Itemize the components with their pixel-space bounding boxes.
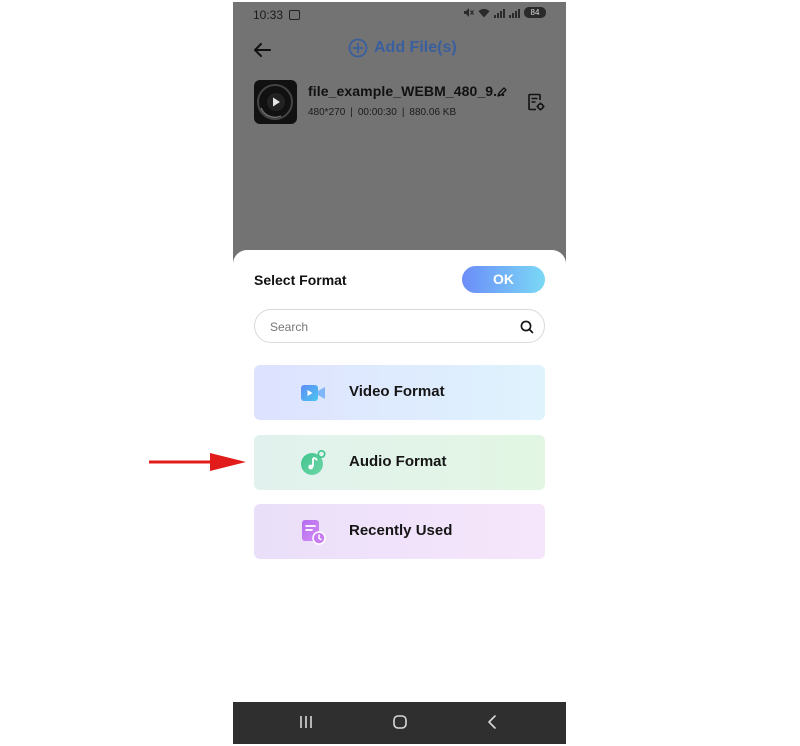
signal-icon [494, 8, 505, 18]
search-icon[interactable] [520, 320, 534, 334]
system-nav-bar [233, 702, 566, 744]
status-icons: 84 [463, 7, 546, 18]
add-files-label: Add File(s) [374, 39, 457, 56]
phone-screen: 10:33 84 Add File(s) file_example_WEBM_4… [233, 2, 566, 744]
annotation-arrow [149, 453, 246, 471]
file-resolution: 480*270 [308, 107, 346, 118]
nav-back-icon[interactable] [486, 714, 498, 730]
recently-used-option[interactable]: Recently Used [254, 504, 545, 559]
add-files-button[interactable]: Add File(s) [348, 38, 457, 58]
search-box[interactable] [254, 309, 545, 343]
video-format-option[interactable]: Video Format [254, 365, 545, 420]
video-thumbnail[interactable] [254, 80, 297, 124]
file-meta: 480*270 | 00:00:30 | 880.06 KB [308, 107, 457, 118]
wifi-icon [478, 8, 490, 17]
edit-icon[interactable] [496, 86, 508, 98]
arrow-left-icon[interactable] [251, 39, 273, 61]
file-size: 880.06 KB [409, 107, 457, 118]
recents-icon[interactable] [299, 714, 313, 730]
audio-format-label: Audio Format [349, 453, 447, 470]
recently-used-label: Recently Used [349, 522, 453, 539]
file-duration: 00:00:30 [357, 107, 397, 118]
plus-circle-icon [348, 38, 368, 58]
home-icon[interactable] [392, 714, 408, 730]
battery-icon: 84 [524, 7, 546, 18]
sheet-title: Select Format [254, 272, 347, 288]
file-name: file_example_WEBM_480_9... [308, 83, 506, 99]
video-format-label: Video Format [349, 383, 445, 400]
mute-icon [464, 8, 474, 17]
play-icon [257, 84, 293, 120]
music-note-icon [301, 449, 326, 475]
audio-format-option[interactable]: Audio Format [254, 435, 545, 490]
file-settings-icon[interactable] [526, 92, 546, 112]
video-camera-icon [301, 385, 325, 401]
status-bar: 10:33 84 [233, 2, 566, 28]
ok-button[interactable]: OK [462, 266, 545, 293]
search-input[interactable] [268, 317, 512, 337]
screen-record-icon [289, 10, 300, 20]
status-time: 10:33 [253, 8, 284, 22]
recent-document-icon [302, 520, 326, 545]
select-format-sheet: Select Format OK Video Format [233, 250, 566, 702]
signal-icon-2 [509, 8, 520, 18]
